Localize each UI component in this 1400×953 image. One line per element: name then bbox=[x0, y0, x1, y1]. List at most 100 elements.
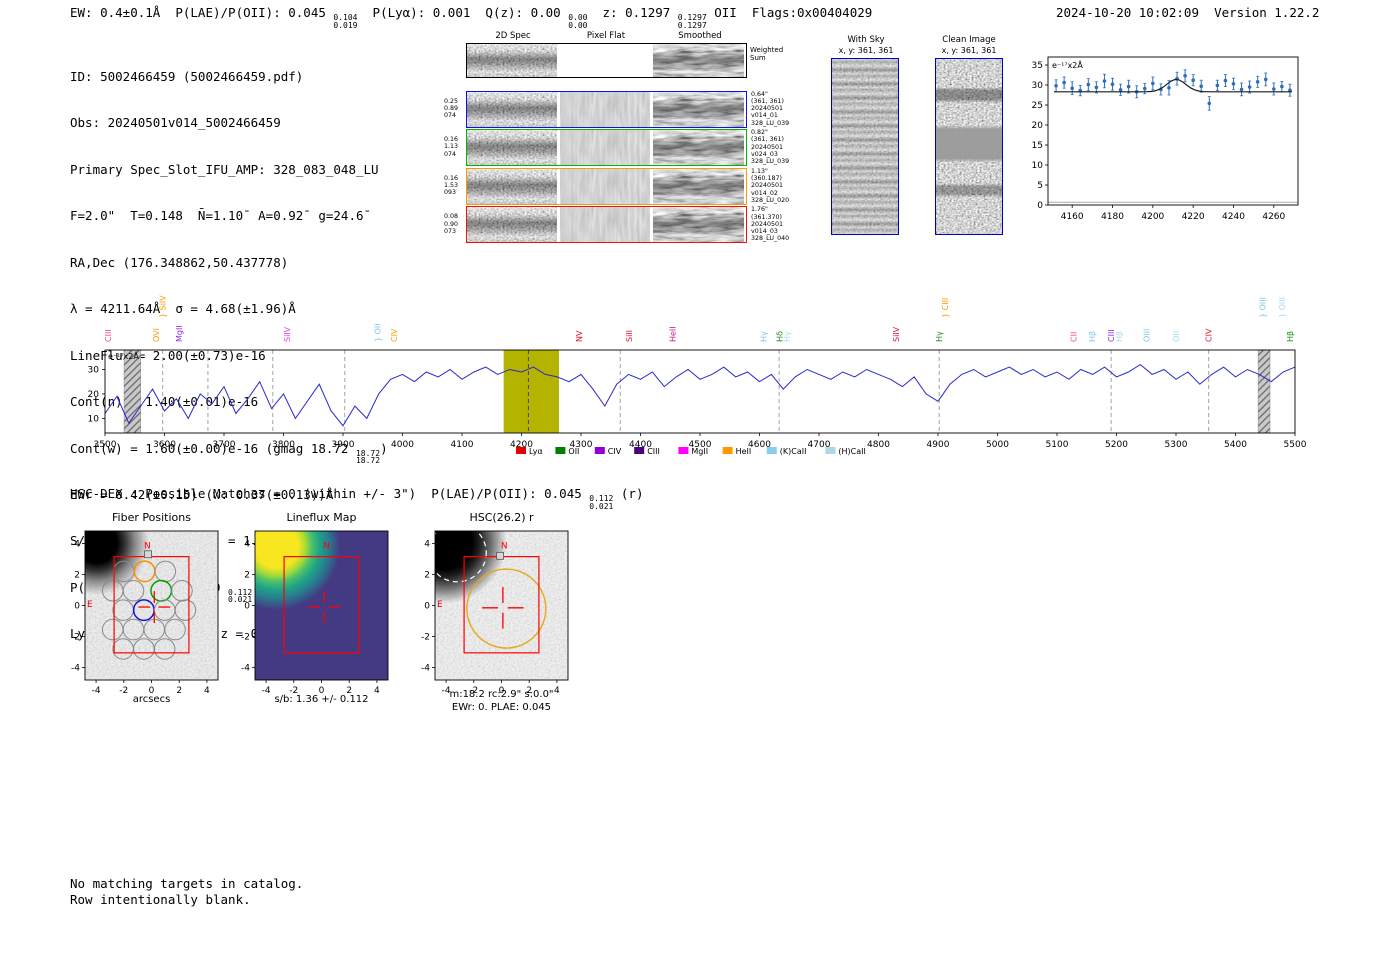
svg-text:4100: 4100 bbox=[451, 440, 474, 450]
footer-line-2: Row intentionally blank. bbox=[70, 892, 251, 907]
masked-region-band bbox=[1257, 349, 1271, 434]
svg-text:CIV: CIV bbox=[1205, 328, 1214, 342]
svg-text:E: E bbox=[437, 600, 443, 610]
footer-line-1: No matching targets in catalog. bbox=[70, 876, 304, 891]
svg-text:4200: 4200 bbox=[1141, 212, 1164, 222]
legend-swatch bbox=[722, 447, 733, 454]
svg-text:CIV: CIV bbox=[390, 328, 399, 342]
detection-highlight-band bbox=[503, 350, 559, 433]
svg-text:4000: 4000 bbox=[391, 440, 414, 450]
svg-text:0: 0 bbox=[244, 602, 250, 612]
spec2d-row-annotation: 1.76" (361.370) 20240501 v014_03 328_LU_040 bbox=[751, 206, 790, 243]
spec2d-row-left-labels: 0.08 0.90 073 bbox=[444, 213, 459, 235]
spectrum-line bbox=[104, 363, 1296, 427]
hsc-caption-1: m:18.2 rc:2.9" s:0.0" bbox=[449, 689, 554, 700]
svg-text:2: 2 bbox=[244, 570, 250, 580]
fiber-circle bbox=[153, 599, 176, 621]
svg-text:Hβ: Hβ bbox=[1088, 331, 1097, 342]
svg-text:35: 35 bbox=[1032, 61, 1043, 71]
report-timestamp: 2024-10-20 10:02:09 Version 1.22.2 bbox=[1056, 5, 1319, 20]
svg-text:3800: 3800 bbox=[272, 440, 295, 450]
info-line-amp: Primary Spec_Slot_IFU_AMP: 328_083_048_L… bbox=[70, 161, 379, 177]
weighted-sum-strip bbox=[466, 43, 747, 78]
svg-text:4180: 4180 bbox=[1101, 212, 1124, 222]
svg-text:5000: 5000 bbox=[986, 440, 1009, 450]
svg-text:2: 2 bbox=[74, 570, 80, 580]
svg-text:10: 10 bbox=[1032, 161, 1044, 171]
svg-text:Hβ: Hβ bbox=[1286, 331, 1295, 342]
svg-text:HeII: HeII bbox=[669, 326, 678, 342]
stacked-uncertainty: 0.104 0.019 bbox=[333, 13, 358, 30]
summary-header: EW: 0.4±0.1Å P(LAE)/P(OII): 0.045 0.104 0… bbox=[70, 5, 873, 30]
svg-text:-2: -2 bbox=[241, 633, 250, 643]
svg-text:30: 30 bbox=[1032, 81, 1044, 91]
fiber-circle bbox=[153, 638, 176, 660]
legend-swatch bbox=[634, 447, 645, 454]
svg-text:SiIV: SiIV bbox=[892, 326, 901, 342]
masked-region-band bbox=[123, 349, 141, 434]
with-sky-coords: x, y: 361, 361 bbox=[838, 46, 894, 55]
segmentation-dashed-circle bbox=[435, 531, 487, 583]
col-header-2d-spec: 2D Spec bbox=[495, 31, 531, 41]
svg-text:4220: 4220 bbox=[1182, 212, 1205, 222]
svg-text:SiIV: SiIV bbox=[283, 326, 292, 342]
svg-text:4160: 4160 bbox=[1061, 212, 1084, 222]
clean-image-title: Clean Image bbox=[942, 35, 996, 45]
spec2d-fiber-row bbox=[466, 206, 747, 244]
svg-text:5: 5 bbox=[1037, 181, 1043, 191]
line-fit-zoom-chart: 0 5 10 15 20 25 30 35 4160 4180 4200 4220 4240 4260 e⁻… bbox=[1032, 56, 1299, 222]
svg-text:0: 0 bbox=[424, 602, 430, 612]
svg-text:10: 10 bbox=[88, 414, 100, 424]
full-spectrum-chart: 1020303500 3600 3700 3800 3900 4000 4100 4200 43… bbox=[88, 295, 1307, 456]
stacked-uncertainty: 0.00 0.00 bbox=[568, 13, 588, 30]
svg-text:Hβ: Hβ bbox=[1115, 331, 1124, 342]
with-sky-title: With Sky bbox=[847, 35, 885, 45]
fiber-positions-overlay: -4-4-2-2002244 NE bbox=[71, 530, 219, 696]
col-header-pixel-flat: Pixel Flat bbox=[586, 31, 626, 41]
svg-text:N: N bbox=[144, 542, 151, 552]
svg-text:4: 4 bbox=[74, 539, 80, 549]
svg-text:0: 0 bbox=[1037, 201, 1043, 211]
svg-text:} OIII: } OIII bbox=[1258, 297, 1267, 318]
svg-text:5300: 5300 bbox=[1165, 440, 1188, 450]
svg-text:Hγ: Hγ bbox=[783, 331, 792, 342]
legend-swatch bbox=[825, 447, 836, 454]
svg-text:2: 2 bbox=[424, 570, 430, 580]
weighted-2d-spec-image bbox=[467, 44, 557, 77]
clean-image-coords: x, y: 361, 361 bbox=[941, 46, 997, 55]
with-sky-image bbox=[831, 58, 899, 235]
svg-text:5500: 5500 bbox=[1284, 440, 1307, 450]
svg-text:OIII: OIII bbox=[1142, 329, 1151, 342]
fiber-circle bbox=[133, 560, 156, 583]
svg-text:N: N bbox=[323, 542, 330, 552]
svg-text:-4: -4 bbox=[241, 664, 250, 674]
svg-text:} SiIV: } SiIV bbox=[159, 295, 168, 318]
info-line-id: ID: 5002466459 (5002466459.pdf) bbox=[70, 69, 304, 84]
svg-text:OII: OII bbox=[568, 447, 579, 456]
fiber-circle bbox=[174, 599, 197, 621]
svg-text:N: N bbox=[501, 542, 508, 552]
spec2d-row-left-labels: 0.16 1.13 074 bbox=[444, 136, 459, 158]
svg-text:3700: 3700 bbox=[213, 440, 236, 450]
svg-text:CIV: CIV bbox=[608, 447, 622, 456]
col-header-smoothed: Smoothed bbox=[678, 31, 722, 41]
svg-text:CIII: CIII bbox=[647, 447, 660, 456]
info-line-seeing: F=2.0" T=0.148 N̄=1.10̄ A=0.92̄ g=24.6̄ bbox=[70, 208, 364, 224]
fiber-circle bbox=[122, 580, 145, 602]
svg-text:3900: 3900 bbox=[332, 440, 355, 450]
svg-text:-2: -2 bbox=[71, 633, 80, 643]
spec2d-row-left-labels: 0.16 1.53 093 bbox=[444, 174, 459, 197]
spec2d-row-annotation: 0.64" (361, 361) 20240501 v014_01 328_LU_039 bbox=[751, 90, 790, 127]
fiber-circle bbox=[154, 560, 177, 583]
legend-swatch bbox=[766, 447, 777, 454]
svg-text:4800: 4800 bbox=[867, 440, 890, 450]
zoom-data-points bbox=[1054, 69, 1292, 111]
svg-text:4260: 4260 bbox=[1262, 212, 1285, 222]
spec2d-fiber-row bbox=[466, 167, 747, 205]
stacked-uncertainty: 0.1297 0.1297 bbox=[677, 13, 707, 30]
lineflux-caption: s/b: 1.36 +/- 0.112 bbox=[274, 694, 369, 705]
svg-text:NV: NV bbox=[575, 330, 584, 342]
svg-text:5100: 5100 bbox=[1046, 440, 1069, 450]
legend-swatch bbox=[555, 447, 566, 454]
legend-swatch bbox=[594, 447, 605, 454]
